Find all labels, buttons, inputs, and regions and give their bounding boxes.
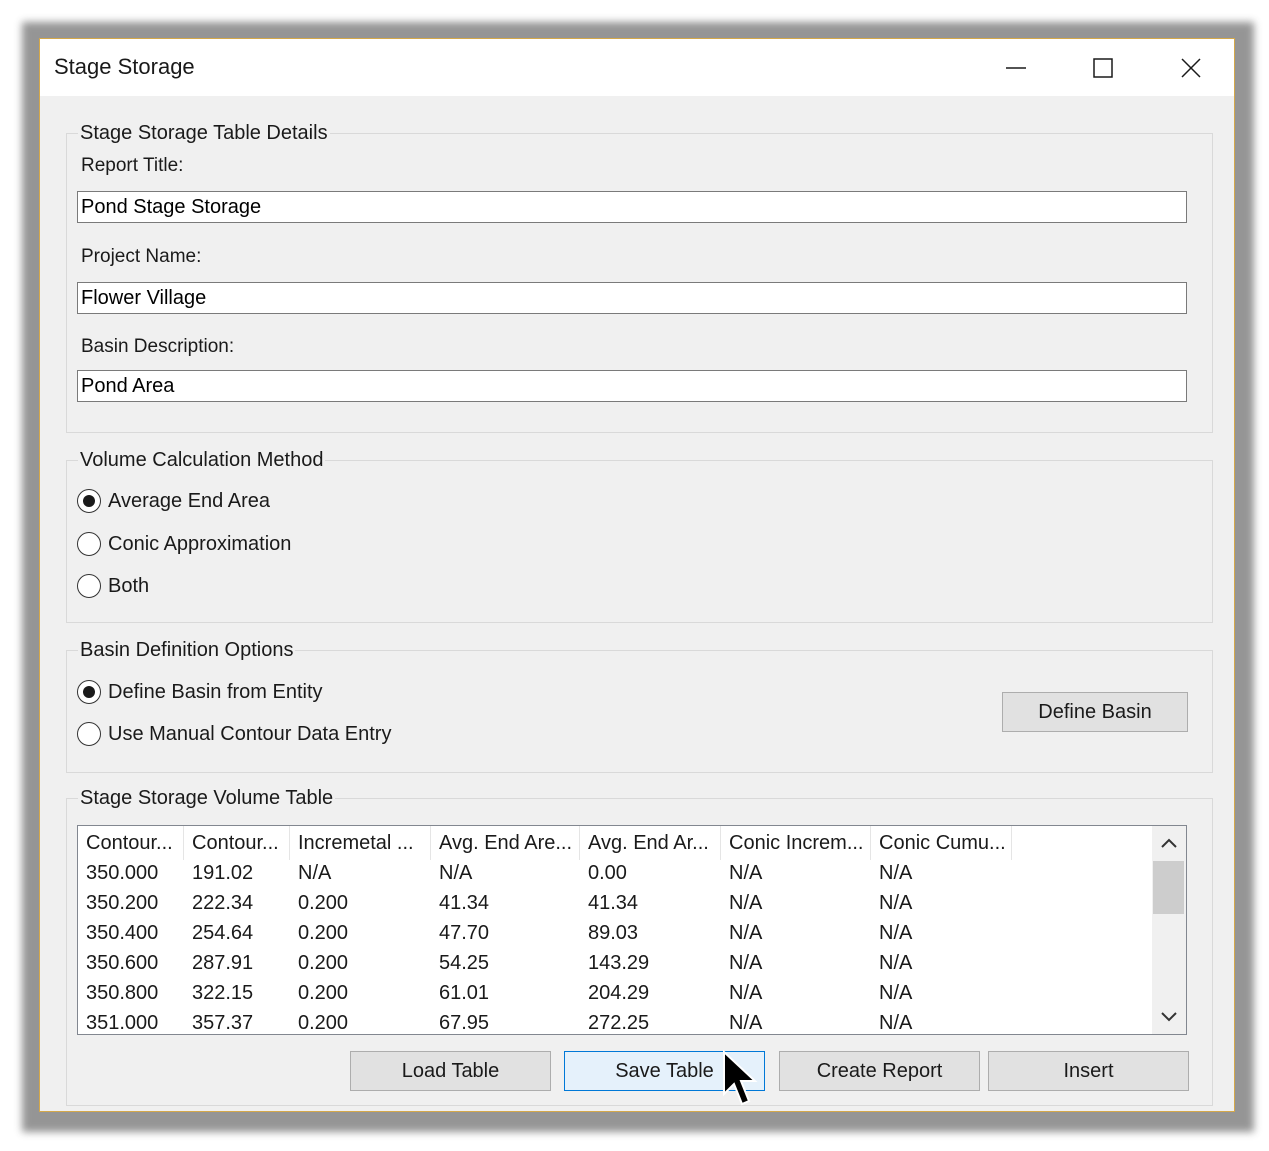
close-icon <box>1181 57 1201 78</box>
table-cell: 357.37 <box>192 1012 254 1034</box>
table-cell: 0.200 <box>298 952 349 974</box>
table-cell: N/A <box>729 862 763 884</box>
radio-manual-contour-entry[interactable]: Use Manual Contour Data Entry <box>77 722 391 746</box>
table-cell: 0.200 <box>298 982 349 1004</box>
radio-average-end-area[interactable]: Average End Area <box>77 489 270 513</box>
maximize-button[interactable] <box>1060 39 1146 96</box>
radio-label: Average End Area <box>108 489 270 512</box>
table-cell: 350.600 <box>86 952 159 974</box>
volume-method-legend: Volume Calculation Method <box>78 449 326 472</box>
basin-options-legend: Basin Definition Options <box>78 639 296 662</box>
radio-button[interactable] <box>77 722 101 746</box>
table-cell: 322.15 <box>192 982 254 1004</box>
radio-label: Conic Approximation <box>108 532 292 555</box>
load-table-button[interactable]: Load Table <box>350 1051 551 1091</box>
table-cell: 54.25 <box>439 952 490 974</box>
radio-both[interactable]: Both <box>77 574 149 598</box>
project-name-label: Project Name: <box>81 246 202 267</box>
report-title-field[interactable] <box>77 191 1187 223</box>
vertical-scrollbar[interactable] <box>1152 826 1186 1034</box>
radio-button[interactable] <box>77 680 101 704</box>
insert-button[interactable]: Insert <box>988 1051 1189 1091</box>
radio-selected-dot <box>83 495 95 507</box>
column-header[interactable]: Avg. End Ar... <box>580 826 721 860</box>
table-cell: 222.34 <box>192 892 254 914</box>
table-cell: 41.34 <box>439 892 490 914</box>
column-header[interactable]: Conic Increm... <box>721 826 871 860</box>
maximize-icon <box>1093 57 1113 78</box>
table-cell: 89.03 <box>588 922 639 944</box>
minimize-icon <box>1006 66 1026 69</box>
table-cell: 254.64 <box>192 922 254 944</box>
scroll-up-button[interactable] <box>1152 826 1186 860</box>
table-cell: 0.200 <box>298 1012 349 1034</box>
table-cell: 47.70 <box>439 922 490 944</box>
table-cell: 143.29 <box>588 952 650 974</box>
radio-label: Both <box>108 574 150 597</box>
radio-label: Use Manual Contour Data Entry <box>108 722 392 745</box>
table-cell: 61.01 <box>439 982 490 1004</box>
table-cell: N/A <box>879 922 913 944</box>
basin-description-label: Basin Description: <box>81 336 235 357</box>
column-header[interactable]: Avg. End Are... <box>431 826 580 860</box>
window-title: Stage Storage <box>54 54 195 79</box>
close-button[interactable] <box>1148 39 1234 96</box>
radio-button[interactable] <box>77 489 101 513</box>
radio-define-basin-from-entity[interactable]: Define Basin from Entity <box>77 680 323 704</box>
volume-table-legend: Stage Storage Volume Table <box>78 787 336 810</box>
table-cell: N/A <box>879 952 913 974</box>
table-cell: 41.34 <box>588 892 639 914</box>
project-name-field[interactable] <box>77 282 1187 314</box>
radio-button[interactable] <box>77 574 101 598</box>
table-cell: 287.91 <box>192 952 254 974</box>
table-cell: N/A <box>729 922 763 944</box>
radio-conic-approximation[interactable]: Conic Approximation <box>77 532 291 556</box>
column-header[interactable]: Conic Cumu... <box>871 826 1012 860</box>
table-cell: 0.00 <box>588 862 627 884</box>
table-details-legend: Stage Storage Table Details <box>78 122 330 145</box>
chevron-down-icon <box>1161 1012 1177 1022</box>
table-cell: N/A <box>439 862 473 884</box>
minimize-button[interactable] <box>973 39 1059 96</box>
define-basin-button[interactable]: Define Basin <box>1002 692 1188 732</box>
table-cell: 204.29 <box>588 982 650 1004</box>
scroll-down-button[interactable] <box>1152 1000 1186 1034</box>
column-header[interactable]: Contour... <box>184 826 290 860</box>
chevron-up-icon <box>1161 838 1177 848</box>
stage-storage-dialog: Stage Storage Stage Storage Table Detail… <box>39 38 1235 1112</box>
table-cell: N/A <box>879 1012 913 1034</box>
report-title-label: Report Title: <box>81 155 184 176</box>
table-cell: 351.000 <box>86 1012 159 1034</box>
table-cell: 0.200 <box>298 922 349 944</box>
radio-selected-dot <box>83 686 95 698</box>
table-cell: 350.000 <box>86 862 159 884</box>
title-bar: Stage Storage <box>40 39 1234 96</box>
basin-description-field[interactable] <box>77 370 1187 402</box>
table-cell: N/A <box>879 892 913 914</box>
table-cell: 67.95 <box>439 1012 490 1034</box>
create-report-button[interactable]: Create Report <box>779 1051 980 1091</box>
table-cell: N/A <box>729 952 763 974</box>
scrollbar-thumb[interactable] <box>1153 861 1184 914</box>
table-cell: N/A <box>729 982 763 1004</box>
column-header[interactable]: Contour... <box>78 826 184 860</box>
table-cell: N/A <box>298 862 332 884</box>
table-cell: 0.200 <box>298 892 349 914</box>
table-cell: N/A <box>729 1012 763 1034</box>
radio-button[interactable] <box>77 532 101 556</box>
table-cell: N/A <box>879 982 913 1004</box>
table-cell: 350.400 <box>86 922 159 944</box>
radio-label: Define Basin from Entity <box>108 680 323 703</box>
table-cell: N/A <box>879 862 913 884</box>
table-cell: 191.02 <box>192 862 254 884</box>
table-cell: 272.25 <box>588 1012 650 1034</box>
table-cell: N/A <box>729 892 763 914</box>
mouse-pointer-icon <box>723 1050 758 1106</box>
volume-table[interactable]: Contour... Contour... Incremetal ... Avg… <box>77 825 1187 1035</box>
column-header[interactable]: Incremetal ... <box>290 826 431 860</box>
table-cell: 350.800 <box>86 982 159 1004</box>
table-cell: 350.200 <box>86 892 159 914</box>
